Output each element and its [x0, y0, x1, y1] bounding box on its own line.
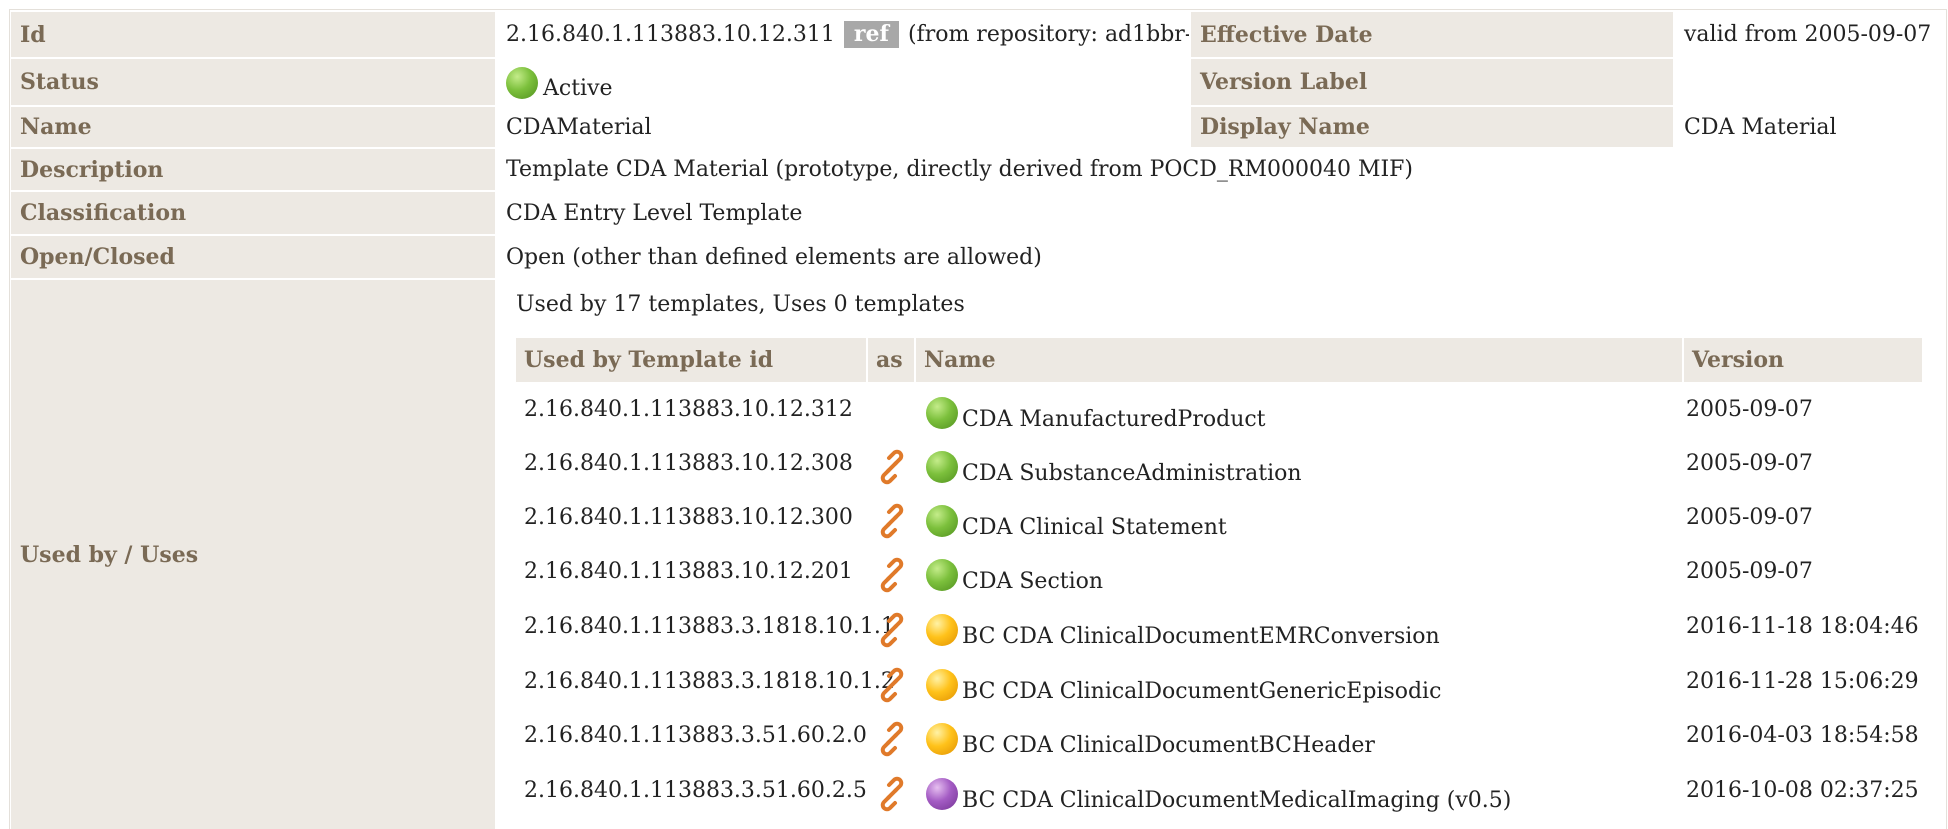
usage-table-row: 2.16.840.1.113883.10.12.312 CDA Manufactu… [516, 387, 1922, 441]
orange-status-dot-icon [926, 669, 958, 701]
column-header-template-id[interactable]: Used by Template id [516, 338, 866, 382]
green-status-dot-icon [926, 451, 958, 483]
used-by-template-name[interactable]: BC CDA ClinicalDocumentMedicalImaging (v… [962, 788, 1511, 813]
used-by-template-id[interactable]: 2.16.840.1.113883.3.51.60.2.0 [524, 723, 867, 748]
green-status-dot-icon [926, 397, 958, 429]
chain-link-icon[interactable] [874, 503, 910, 539]
ref-badge[interactable]: ref [843, 21, 899, 48]
column-header-version[interactable]: Version [1684, 338, 1922, 382]
used-by-template-id[interactable]: 2.16.840.1.113883.10.12.308 [524, 451, 853, 476]
used-by-template-id[interactable]: 2.16.840.1.113883.10.12.300 [524, 505, 853, 530]
display-name-label: Display Name [1191, 107, 1673, 147]
used-by-template-version: 2016-11-28 15:06:29 [1686, 669, 1919, 694]
chain-link-icon[interactable] [874, 776, 910, 812]
status-value: Active [543, 76, 613, 101]
green-status-dot-icon [926, 559, 958, 591]
orange-status-dot-icon [926, 614, 958, 646]
used-by-template-name[interactable]: CDA Section [962, 569, 1103, 594]
usage-table-row: 2.16.840.1.113883.10.12.201 CDA Section 20… [516, 549, 1922, 603]
used-by-template-name[interactable]: BC CDA ClinicalDocumentEMRConversion [962, 624, 1440, 649]
template-id: 2.16.840.1.113883.10.12.311 [506, 22, 835, 47]
used-by-template-version: 2016-04-03 18:54:58 [1686, 723, 1919, 748]
used-by-template-id[interactable]: 2.16.840.1.113883.3.51.60.2.5 [524, 778, 867, 803]
classification-label: Classification [11, 192, 495, 234]
effective-date-label: Effective Date [1191, 12, 1673, 57]
version-label-label: Version Label [1191, 59, 1673, 105]
used-by-template-name[interactable]: BC CDA ClinicalDocumentBCHeader [962, 733, 1375, 758]
used-by-template-id[interactable]: 2.16.840.1.113883.10.12.201 [524, 559, 853, 584]
name-value: CDAMaterial [506, 114, 652, 140]
used-by-template-name[interactable]: CDA Clinical Statement [962, 515, 1227, 540]
usage-table-row: 2.16.840.1.113883.3.51.60.2.0 BC CDA Clin… [516, 713, 1922, 767]
id-value-cell: 2.16.840.1.113883.10.12.311 ref (from re… [497, 12, 1189, 57]
used-by-template-name[interactable]: CDA SubstanceAdministration [962, 461, 1302, 486]
orange-status-dot-icon [926, 723, 958, 755]
usage-table-row: 2.16.840.1.113883.3.1818.10.1.1 BC CDA Cl… [516, 604, 1922, 658]
repository-note: (from repository: ad1bbr-) [907, 22, 1189, 47]
display-name-value: CDA Material [1684, 114, 1837, 140]
open-closed-label: Open/Closed [11, 236, 495, 278]
usage-table-row: 2.16.840.1.113883.10.12.300 CDA Clinical … [516, 495, 1922, 549]
used-by-template-id[interactable]: 2.16.840.1.113883.3.1818.10.1.2 [524, 669, 895, 694]
usage-table-row: 2.16.840.1.113883.10.12.308 CDA Substance… [516, 441, 1922, 495]
used-by-template-version: 2016-10-08 02:37:25 [1686, 778, 1919, 803]
used-by-template-version: 2005-09-07 [1686, 559, 1813, 584]
used-by-template-version: 2005-09-07 [1686, 397, 1813, 422]
usage-table-row: 2.16.840.1.113883.3.51.60.2.5 BC CDA Clin… [516, 768, 1922, 822]
name-label: Name [11, 107, 495, 147]
chain-link-icon[interactable] [874, 557, 910, 593]
column-header-name[interactable]: Name [916, 338, 1682, 382]
chain-link-icon[interactable] [874, 612, 910, 648]
used-by-template-id[interactable]: 2.16.840.1.113883.10.12.312 [524, 397, 853, 422]
description-label: Description [11, 149, 495, 190]
chain-link-icon[interactable] [874, 721, 910, 757]
status-label: Status [11, 59, 495, 105]
usage-summary: Used by 17 templates, Uses 0 templates [516, 292, 965, 317]
column-header-as[interactable]: as [868, 338, 914, 382]
usage-table-row: 2.16.840.1.113883.3.1818.10.1.2 BC CDA Cl… [516, 659, 1922, 713]
version-label-value [1675, 59, 1945, 105]
id-label: Id [11, 12, 495, 57]
used-by-template-version: 2016-11-18 18:04:46 [1686, 614, 1919, 639]
chain-link-icon[interactable] [874, 667, 910, 703]
used-by-template-name[interactable]: BC CDA ClinicalDocumentGenericEpisodic [962, 679, 1441, 704]
open-closed-value: Open (other than defined elements are al… [506, 244, 1042, 270]
status-value-cell: Active [497, 59, 1189, 105]
description-value: Template CDA Material (prototype, direct… [506, 157, 1414, 182]
used-by-template-version: 2005-09-07 [1686, 451, 1813, 476]
used-by-template-id[interactable]: 2.16.840.1.113883.3.1818.10.1.1 [524, 614, 895, 639]
purple-status-dot-icon [926, 778, 958, 810]
used-by-uses-label: Used by / Uses [11, 280, 495, 829]
chain-link-icon[interactable] [874, 449, 910, 485]
template-detail-page: Id 2.16.840.1.113883.10.12.311 ref (from… [0, 0, 1948, 829]
green-status-dot-icon [926, 505, 958, 537]
used-by-template-name[interactable]: CDA ManufacturedProduct [962, 407, 1266, 432]
effective-date-value: valid from 2005-09-07 [1684, 22, 1932, 47]
classification-value: CDA Entry Level Template [506, 200, 803, 226]
green-status-dot-icon [506, 67, 538, 99]
used-by-template-version: 2005-09-07 [1686, 505, 1813, 530]
